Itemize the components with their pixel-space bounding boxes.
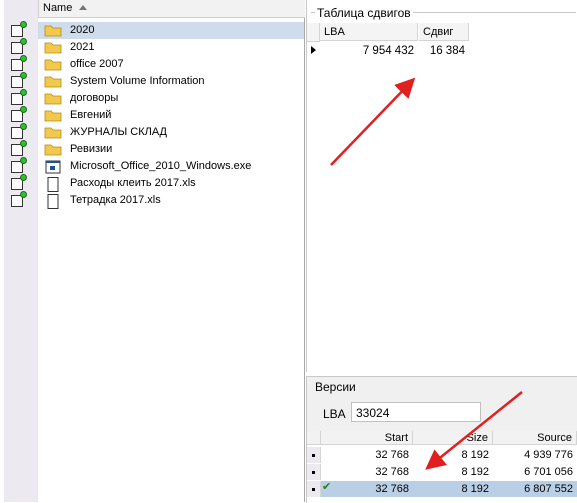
shift-table-title: Таблица сдвигов	[315, 6, 413, 20]
tree-item[interactable]: Ревизии	[4, 140, 304, 158]
tree-item-label: Ревизии	[70, 143, 113, 155]
folder-icon	[44, 41, 62, 54]
current-row-icon	[311, 46, 316, 54]
shift-row-lba[interactable]: 7 954 432	[320, 42, 418, 60]
version-start: 32 768	[375, 466, 409, 478]
tree-item-label: System Volume Information	[70, 75, 205, 87]
file-tree-panel: Name 2020 2021 office 2007 System Volume In…	[4, 0, 305, 502]
row-indicator	[307, 447, 321, 463]
file-icon	[44, 194, 62, 209]
item-checkbox[interactable]	[11, 191, 27, 207]
name-column-label: Name	[43, 2, 73, 14]
tree-item[interactable]: System Volume Information	[4, 72, 304, 90]
version-row[interactable]: ✔ 32 768 8 192 6 807 552	[307, 481, 577, 497]
version-size: 8 192	[461, 466, 489, 478]
lba-label: LBA	[323, 407, 346, 421]
item-checkbox[interactable]	[11, 55, 27, 71]
recoverable-status-icon	[20, 21, 27, 28]
item-checkbox[interactable]	[11, 21, 27, 37]
version-start: 32 768	[375, 449, 409, 461]
recoverable-status-icon	[20, 55, 27, 62]
version-row[interactable]: 32 768 8 192 4 939 776	[307, 447, 577, 463]
version-row[interactable]: 32 768 8 192 6 701 056	[307, 464, 577, 480]
recoverable-status-icon	[20, 106, 27, 113]
recoverable-status-icon	[20, 72, 27, 79]
version-source: 4 939 776	[524, 449, 573, 461]
tree-item-label: Microsoft_Office_2010_Windows.exe	[70, 160, 252, 172]
tree-item[interactable]: 2020	[4, 21, 304, 39]
folder-icon	[44, 143, 62, 156]
row-indicator-header	[307, 23, 320, 42]
version-source: 6 807 552	[524, 483, 573, 495]
tree-item-label: 2020	[70, 24, 95, 36]
versions-indicator-header	[307, 431, 321, 445]
tree-item-label: Расходы клеить 2017.xls	[70, 177, 196, 189]
source-column-header[interactable]: Source	[493, 431, 577, 445]
row-indicator	[307, 481, 321, 497]
sort-ascending-icon	[79, 5, 87, 10]
tree-item-label: Тетрадка 2017.xls	[70, 194, 161, 206]
tree-item-label: Евгений	[70, 109, 112, 121]
folder-icon	[44, 109, 62, 122]
recoverable-status-icon	[20, 157, 27, 164]
tree-item-label: office 2007	[70, 58, 124, 70]
folder-icon	[44, 75, 62, 88]
shift-table-panel: Таблица сдвигов LBA Сдвиг 7 954 432 16 3…	[306, 0, 577, 372]
item-checkbox[interactable]	[11, 174, 27, 190]
item-checkbox[interactable]	[11, 72, 27, 88]
item-checkbox[interactable]	[11, 123, 27, 139]
recoverable-status-icon	[20, 123, 27, 130]
tree-item[interactable]: Тетрадка 2017.xls	[4, 191, 304, 209]
folder-icon	[44, 92, 62, 105]
lba-input[interactable]: 33024	[351, 402, 481, 422]
lba-column-header[interactable]: LBA	[320, 23, 418, 41]
shift-row-shift[interactable]: 16 384	[419, 42, 469, 60]
recoverable-status-icon	[20, 38, 27, 45]
tree-item[interactable]: Расходы клеить 2017.xls	[4, 174, 304, 192]
folder-icon	[44, 126, 62, 139]
item-checkbox[interactable]	[11, 106, 27, 122]
versions-panel: Версии LBA 33024 Start Size Source 32 76…	[306, 376, 577, 503]
folder-icon	[44, 24, 62, 37]
start-column-header[interactable]: Start	[321, 431, 413, 445]
tree-item[interactable]: Microsoft_Office_2010_Windows.exe	[4, 157, 304, 175]
file-icon	[44, 177, 62, 192]
tree-item-label: 2021	[70, 41, 95, 53]
versions-title: Версии	[315, 380, 356, 394]
tree-item-label: ЖУРНАЛЫ СКЛАД	[70, 126, 167, 138]
versions-grid: Start Size Source 32 768 8 192 4 939 776 32…	[307, 431, 577, 503]
tree-item[interactable]: Евгений	[4, 106, 304, 124]
version-size: 8 192	[461, 483, 489, 495]
version-source: 6 701 056	[524, 466, 573, 478]
exe-file-icon	[44, 160, 62, 174]
size-column-header[interactable]: Size	[413, 431, 493, 445]
row-dot-icon	[312, 488, 315, 491]
recoverable-status-icon	[20, 89, 27, 96]
tree-item[interactable]: ЖУРНАЛЫ СКЛАД	[4, 123, 304, 141]
tree-item[interactable]: договоры	[4, 89, 304, 107]
tree-item-label: договоры	[70, 92, 119, 104]
row-indicator	[307, 464, 321, 480]
tree-item[interactable]: office 2007	[4, 55, 304, 73]
item-checkbox[interactable]	[11, 157, 27, 173]
folder-icon	[44, 58, 62, 71]
version-size: 8 192	[461, 449, 489, 461]
recoverable-status-icon	[20, 174, 27, 181]
recoverable-status-icon	[20, 140, 27, 147]
item-checkbox[interactable]	[11, 89, 27, 105]
item-checkbox[interactable]	[11, 140, 27, 156]
row-dot-icon	[312, 471, 315, 474]
version-start: 32 768	[375, 483, 409, 495]
item-checkbox[interactable]	[11, 38, 27, 54]
row-dot-icon	[312, 454, 315, 457]
tree-item[interactable]: 2021	[4, 38, 304, 56]
shift-column-header[interactable]: Сдвиг	[419, 23, 469, 41]
recoverable-status-icon	[20, 191, 27, 198]
name-column-header[interactable]: Name	[38, 0, 305, 18]
shift-grid-header: LBA Сдвиг	[307, 23, 577, 42]
